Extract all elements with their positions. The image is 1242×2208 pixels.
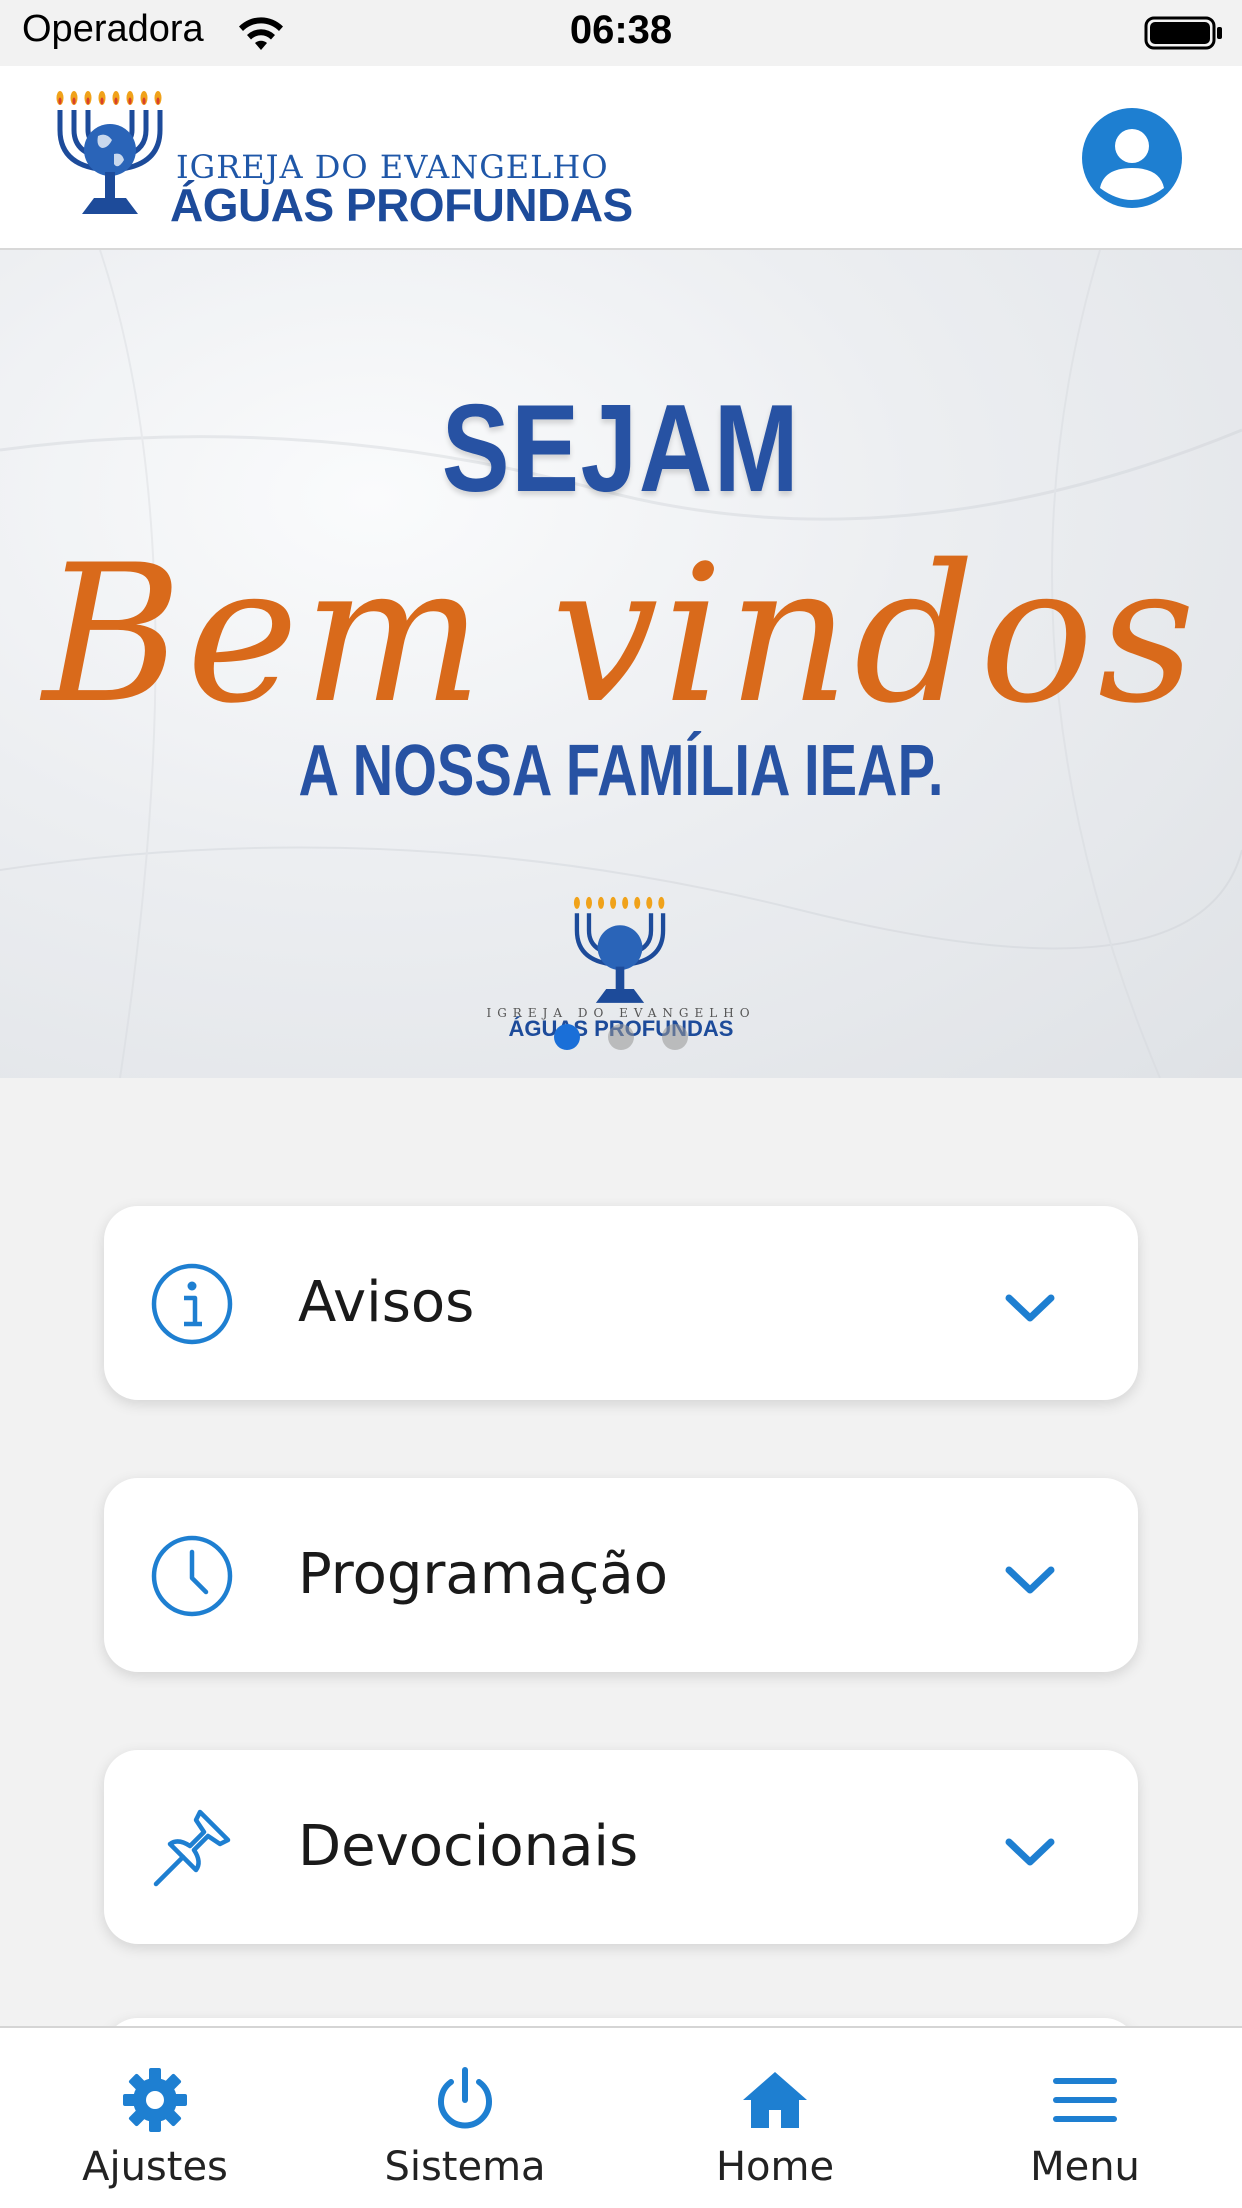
banner-title: SEJAM [441,380,801,518]
account-circle-icon [1100,129,1164,200]
tab-label: Home [715,2144,835,2190]
app-screen: Operadora 06:38 IGREJA DO EVANGELHO ÁGUA… [0,0,1242,2208]
tab-label: Sistema [384,2144,546,2190]
clock-time: 06:38 [569,8,673,52]
power-icon [438,2067,492,2129]
section-label: Avisos [298,1270,475,1335]
status-bar: Operadora 06:38 [0,0,1242,66]
section-card-devocionais[interactable]: Devocionais [104,1750,1138,1944]
banner-script-text: Bem vindos [42,524,1200,745]
app-header: IGREJA DO EVANGELHO ÁGUAS PROFUNDAS [0,66,1242,250]
tab-sistema[interactable]: Sistema [310,2028,620,2208]
section-card-avisos[interactable]: Avisos [104,1206,1138,1400]
tab-home[interactable]: Home [620,2028,930,2208]
church-logo[interactable]: IGREJA DO EVANGELHO ÁGUAS PROFUNDAS [52,90,672,231]
section-label: Devocionais [298,1814,639,1879]
carousel-pager[interactable] [552,1024,692,1052]
profile-button[interactable] [1082,108,1182,208]
menu-icon [1053,2078,1117,2122]
gear-icon [123,2068,187,2132]
info-icon [151,1263,233,1345]
clock-icon [151,1535,233,1617]
banner-logo-icon [573,896,666,1003]
section-card-programacao[interactable]: Programação [104,1478,1138,1672]
menorah-globe-logo-icon [56,91,163,214]
pushpin-icon [153,1809,231,1887]
pager-dot-1[interactable] [554,1024,580,1050]
chevron-down-icon[interactable] [1004,1836,1056,1868]
tab-label: Menu [1030,2144,1140,2190]
logo-line2: ÁGUAS PROFUNDAS [170,179,633,231]
section-label: Programação [298,1542,668,1607]
tab-label: Ajustes [82,2144,228,2190]
tab-menu[interactable]: Menu [930,2028,1240,2208]
chevron-down-icon[interactable] [1004,1292,1056,1324]
tab-ajustes[interactable]: Ajustes [0,2028,310,2208]
pager-dot-3[interactable] [662,1024,688,1050]
welcome-banner-carousel[interactable]: SEJAM Bem vindos A NOSSA FAMÍLIA IEAP. I… [0,250,1242,1078]
battery-icon [1144,16,1222,50]
pager-dot-2[interactable] [608,1024,634,1050]
home-icon [743,2072,807,2128]
bottom-tab-bar: Ajustes Sistema Home Menu [0,2026,1242,2208]
banner-subtitle: A NOSSA FAMÍLIA IEAP. [298,731,944,811]
chevron-down-icon[interactable] [1004,1564,1056,1596]
